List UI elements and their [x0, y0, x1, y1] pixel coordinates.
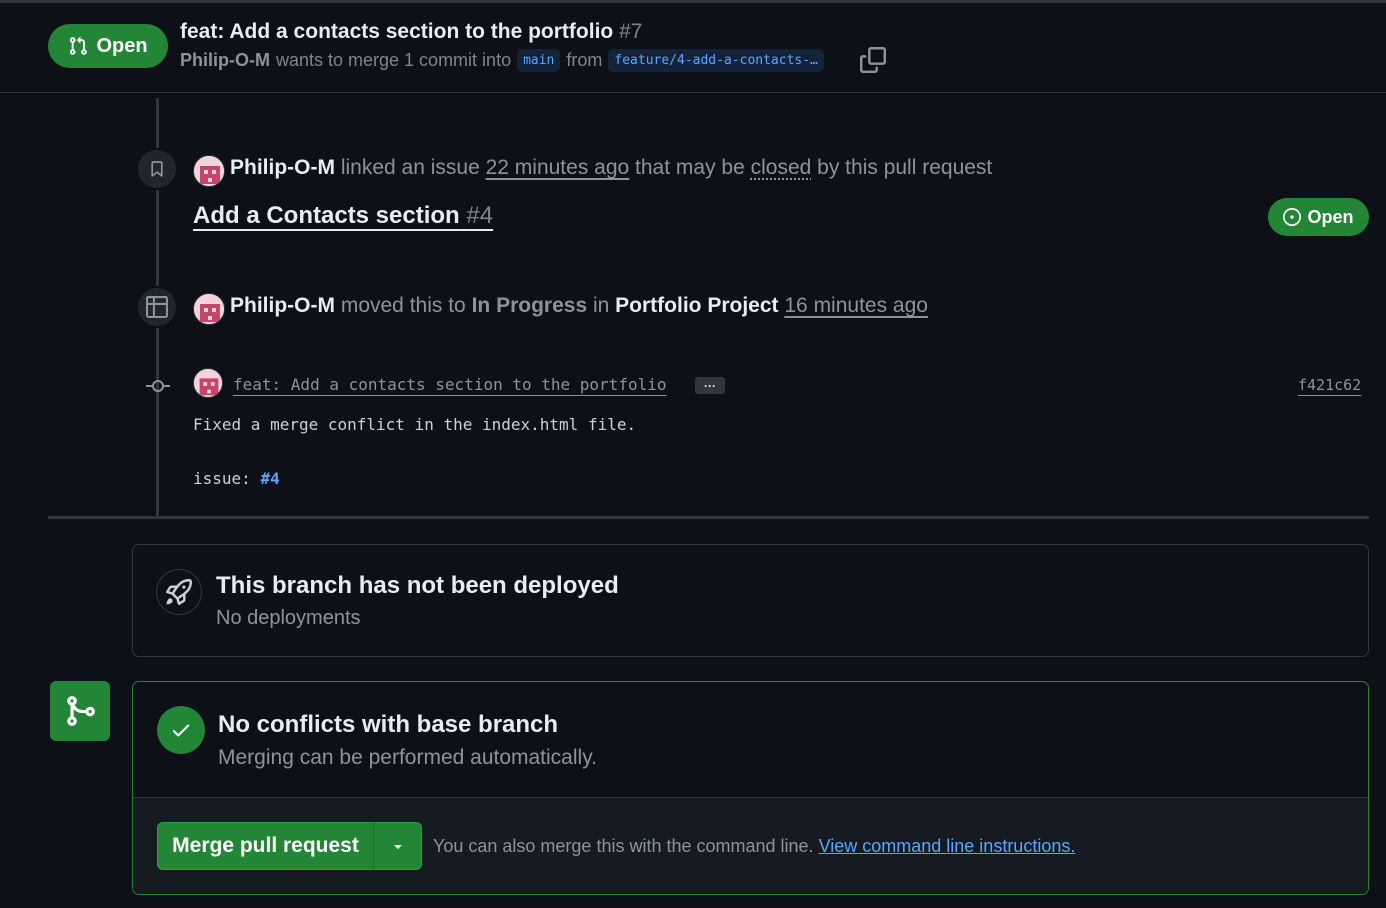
- deployment-title: This branch has not been deployed: [216, 572, 619, 599]
- git-commit-icon: [146, 376, 170, 401]
- merge-status-subtitle: Merging can be performed automatically.: [218, 746, 597, 769]
- base-branch-label[interactable]: main: [517, 49, 561, 72]
- commit-issue-prefix: issue:: [193, 469, 251, 488]
- pr-title-text: feat: Add a contacts section to the port…: [180, 20, 614, 43]
- table-icon: [136, 286, 178, 328]
- pr-subtitle: Philip-O-M wants to merge 1 commit into …: [180, 49, 824, 72]
- event-author-link[interactable]: Philip-O-M: [230, 294, 335, 317]
- avatar[interactable]: [193, 293, 225, 325]
- avatar[interactable]: [193, 368, 223, 398]
- pr-state-badge: Open: [48, 24, 168, 68]
- head-branch-label[interactable]: feature/4-add-a-contacts-…: [608, 49, 824, 72]
- deployment-box: This branch has not been deployed No dep…: [132, 544, 1369, 657]
- merge-status: No conflicts with base branch Merging ca…: [133, 682, 1368, 798]
- commit-expand-button[interactable]: ···: [695, 377, 725, 394]
- git-pull-request-icon: [70, 36, 88, 55]
- rocket-icon: [156, 569, 202, 615]
- event-time-link[interactable]: 22 minutes ago: [486, 156, 630, 179]
- event-closed-keyword: closed: [750, 156, 812, 179]
- issue-state-label: Open: [1307, 206, 1354, 227]
- linked-issue-title: Add a Contacts section: [193, 202, 460, 229]
- bookmark-icon: [136, 148, 178, 190]
- merge-hint: You can also merge this with the command…: [433, 836, 1075, 857]
- merge-method-dropdown[interactable]: [373, 822, 422, 870]
- event-action: linked an issue: [340, 156, 480, 179]
- avatar[interactable]: [193, 155, 225, 187]
- pr-state-label: Open: [96, 34, 148, 57]
- commit-body: Fixed a merge conflict in the index.html…: [193, 415, 637, 434]
- copy-icon[interactable]: [860, 47, 886, 78]
- issue-opened-icon: [1283, 208, 1302, 226]
- triangle-down-icon: [393, 845, 402, 849]
- event-time-link[interactable]: 16 minutes ago: [784, 294, 928, 317]
- merge-hint-text: You can also merge this with the command…: [433, 836, 814, 856]
- pr-number: #7: [619, 20, 643, 43]
- check-icon: [157, 706, 205, 754]
- commit-issue-line: issue: #4: [193, 469, 280, 488]
- merge-actions: Merge pull request You can also merge th…: [133, 798, 1368, 894]
- linked-issue-link[interactable]: Add a Contacts section #4: [193, 202, 493, 230]
- linked-issue-number: #4: [466, 202, 494, 229]
- linked-issue-event: Philip-O-M linked an issue 22 minutes ag…: [230, 156, 992, 180]
- issue-state-badge: Open: [1268, 198, 1369, 236]
- git-merge-icon: [50, 681, 110, 741]
- commit-issue-link[interactable]: #4: [260, 469, 279, 488]
- commit-message-link[interactable]: feat: Add a contacts section to the port…: [233, 375, 666, 394]
- event-author-link[interactable]: Philip-O-M: [230, 156, 335, 179]
- pr-header: Open feat: Add a contacts section to the…: [0, 3, 1386, 93]
- command-line-instructions-link[interactable]: View command line instructions.: [819, 836, 1076, 856]
- event-suffix-post: by this pull request: [817, 156, 993, 179]
- commit-sha-link[interactable]: f421c62: [1298, 376, 1361, 394]
- pr-title: feat: Add a contacts section to the port…: [180, 20, 642, 44]
- timeline-divider: [48, 516, 1369, 519]
- event-action: moved this to: [340, 294, 466, 317]
- pr-from-text: from: [566, 50, 603, 70]
- merge-box: No conflicts with base branch Merging ca…: [132, 681, 1369, 895]
- pr-merge-text: wants to merge 1 commit into: [275, 50, 512, 70]
- project-status: In Progress: [471, 294, 588, 317]
- event-in-text: in: [592, 294, 610, 317]
- project-event: Philip-O-M moved this to In Progress in …: [230, 294, 928, 318]
- merge-pull-request-button[interactable]: Merge pull request: [157, 822, 373, 870]
- merge-status-title: No conflicts with base branch: [218, 711, 559, 738]
- event-suffix-pre: that may be: [635, 156, 745, 179]
- pr-author-link[interactable]: Philip-O-M: [180, 50, 270, 71]
- project-name-link[interactable]: Portfolio Project: [615, 294, 778, 317]
- deployment-subtitle: No deployments: [216, 607, 361, 629]
